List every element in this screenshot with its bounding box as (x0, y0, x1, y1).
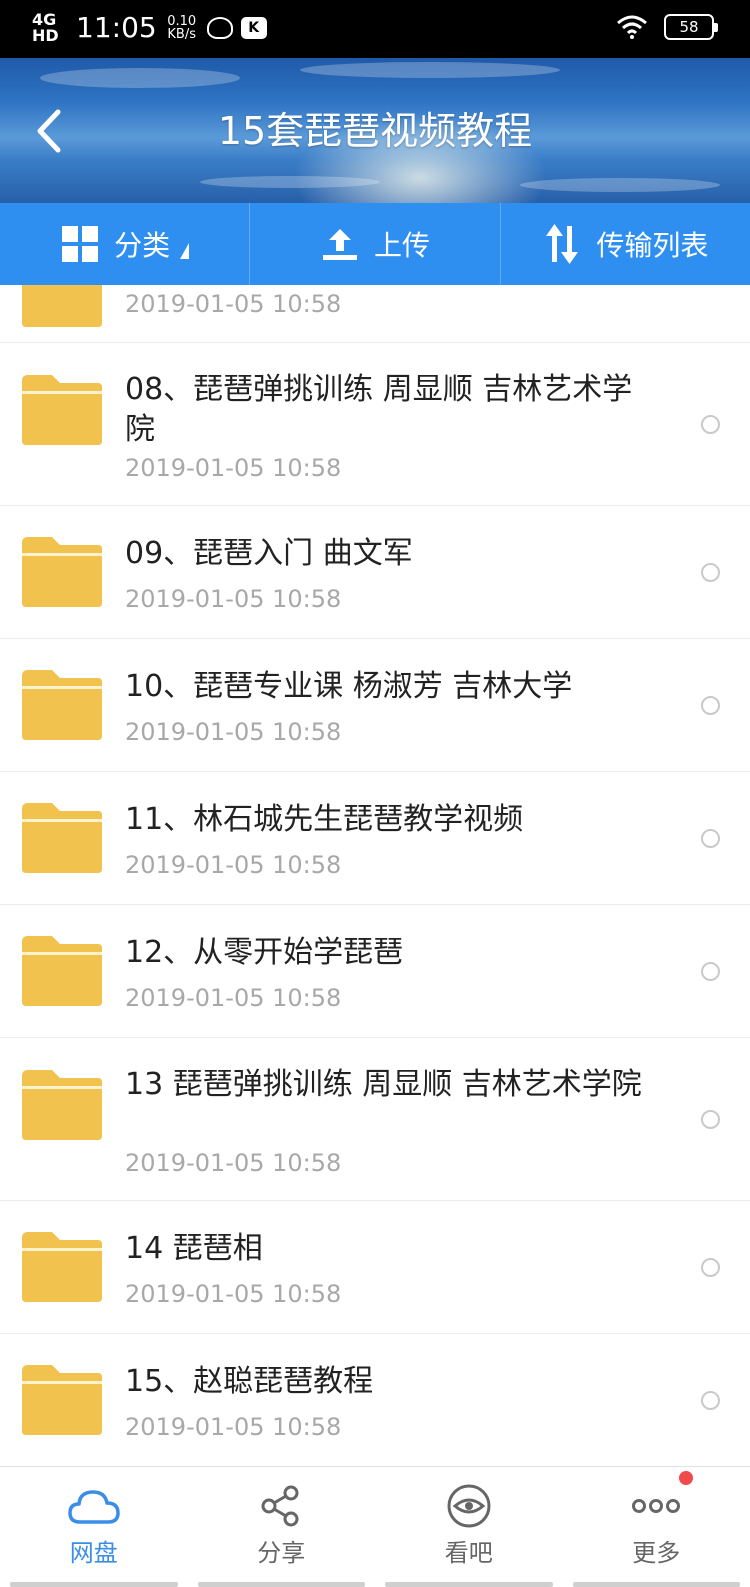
grid-icon (60, 224, 100, 264)
bottom-nav: 网盘 分享 看吧 更多 (0, 1466, 750, 1587)
nav-label: 看吧 (444, 1539, 493, 1567)
list-item[interactable]: 12、从零开始学琵琶 2019-01-05 10:58 (0, 905, 750, 1038)
file-date: 2019-01-05 10:58 (125, 718, 342, 746)
toolbar: 分类 上传 传输列表 (0, 203, 750, 285)
file-date: 2019-01-05 10:58 (125, 984, 342, 1012)
network-indicator: 4G HD (32, 10, 59, 45)
bull-icon (206, 17, 233, 39)
k-app-icon: K (240, 17, 267, 39)
select-radio[interactable] (701, 415, 720, 434)
folder-icon (22, 936, 102, 1006)
list-item[interactable]: 13 琵琶弹挑训练 周显顺 吉林艺术学院 2019-01-05 10:58 (0, 1038, 750, 1201)
more-icon (629, 1479, 683, 1533)
status-time: 11:05 (76, 11, 157, 44)
file-date: 2019-01-05 10:58 (125, 585, 342, 613)
upload-label: 上传 (373, 229, 430, 262)
folder-icon (22, 1070, 102, 1140)
nav-item-watch[interactable]: 看吧 (375, 1467, 563, 1587)
status-right: 58 (616, 14, 718, 40)
file-name: 08、琵琶弹挑训练 周显顺 吉林艺术学院 (125, 372, 633, 447)
folder-icon (22, 1232, 102, 1302)
battery-icon: 58 (664, 14, 718, 40)
list-item[interactable]: 14 琵琶相 2019-01-05 10:58 (0, 1201, 750, 1334)
file-name: 09、琵琶入门 曲文军 (125, 536, 413, 571)
nav-label: 网盘 (69, 1539, 118, 1567)
header: 15套琵琶视频教程 (0, 58, 750, 203)
select-radio[interactable] (701, 1391, 720, 1410)
file-name: 10、琵琶专业课 杨淑芳 吉林大学 (125, 669, 573, 704)
transfer-list-label: 传输列表 (596, 229, 709, 262)
folder-icon (22, 537, 102, 607)
sky-cloud (40, 68, 240, 88)
list-item[interactable]: 2019-01-05 10:58 (0, 285, 750, 343)
transfer-icon (542, 224, 582, 264)
eye-icon (442, 1479, 496, 1533)
notification-badge (678, 1471, 693, 1485)
wifi-icon (617, 15, 647, 39)
list-item[interactable]: 09、琵琶入门 曲文军 2019-01-05 10:58 (0, 506, 750, 639)
file-name: 15、赵聪琵琶教程 (125, 1364, 374, 1399)
nav-item-netdisk[interactable]: 网盘 (0, 1467, 188, 1587)
folder-icon (22, 670, 102, 740)
list-item[interactable]: 08、琵琶弹挑训练 周显顺 吉林艺术学院 2019-01-05 10:58 (0, 343, 750, 506)
file-date: 2019-01-05 10:58 (125, 454, 342, 482)
status-left: 4G HD 11:05 0.10 KB/s K (32, 10, 267, 46)
cloud-icon (67, 1479, 121, 1533)
nav-label: 更多 (632, 1539, 681, 1567)
file-name: 13 琵琶弹挑训练 周显顺 吉林艺术学院 (125, 1067, 642, 1102)
file-date: 2019-01-05 10:58 (125, 1149, 342, 1177)
file-date: 2019-01-05 10:58 (125, 290, 342, 318)
select-radio[interactable] (701, 829, 720, 848)
file-list: 2019-01-05 10:58 08、琵琶弹挑训练 周显顺 吉林艺术学院 20… (0, 285, 750, 1465)
nav-underbar (10, 1582, 178, 1587)
sky-cloud (300, 62, 560, 78)
sky-cloud (200, 176, 380, 188)
select-radio[interactable] (701, 962, 720, 981)
category-label: 分类 (114, 229, 171, 262)
file-name: 14 琵琶相 (125, 1231, 263, 1266)
select-radio[interactable] (701, 563, 720, 582)
file-date: 2019-01-05 10:58 (125, 1413, 342, 1441)
file-name: 12、从零开始学琵琶 (125, 935, 404, 970)
nav-item-share[interactable]: 分享 (188, 1467, 376, 1587)
select-radio[interactable] (701, 696, 720, 715)
folder-icon (22, 1365, 102, 1435)
list-item[interactable]: 10、琵琶专业课 杨淑芳 吉林大学 2019-01-05 10:58 (0, 639, 750, 772)
category-button[interactable]: 分类 (0, 203, 251, 285)
page-title: 15套琵琶视频教程 (217, 109, 533, 153)
select-radio[interactable] (701, 1258, 720, 1277)
nav-underbar (197, 1582, 365, 1587)
folder-icon (22, 375, 102, 445)
folder-icon (22, 803, 102, 873)
list-item[interactable]: 15、赵聪琵琶教程 2019-01-05 10:58 (0, 1334, 750, 1465)
caret-icon (180, 243, 190, 259)
file-date: 2019-01-05 10:58 (125, 1280, 342, 1308)
nav-underbar (385, 1582, 553, 1587)
select-radio[interactable] (701, 1110, 720, 1129)
file-name: 11、林石城先生琵琶教学视频 (125, 802, 524, 837)
transfer-list-button[interactable]: 传输列表 (501, 203, 750, 285)
nav-item-more[interactable]: 更多 (563, 1467, 750, 1587)
folder-icon (22, 285, 102, 327)
battery-level: 58 (679, 18, 699, 36)
network-speed: 0.10 KB/s (167, 14, 197, 42)
list-item[interactable]: 11、林石城先生琵琶教学视频 2019-01-05 10:58 (0, 772, 750, 905)
nav-underbar (572, 1582, 740, 1587)
upload-button[interactable]: 上传 (250, 203, 501, 285)
sky-cloud (520, 178, 720, 192)
upload-icon (320, 224, 360, 264)
status-bar: 4G HD 11:05 0.10 KB/s K 58 (0, 0, 750, 58)
file-date: 2019-01-05 10:58 (125, 851, 342, 879)
nav-label: 分享 (257, 1539, 306, 1567)
share-icon (254, 1479, 308, 1533)
